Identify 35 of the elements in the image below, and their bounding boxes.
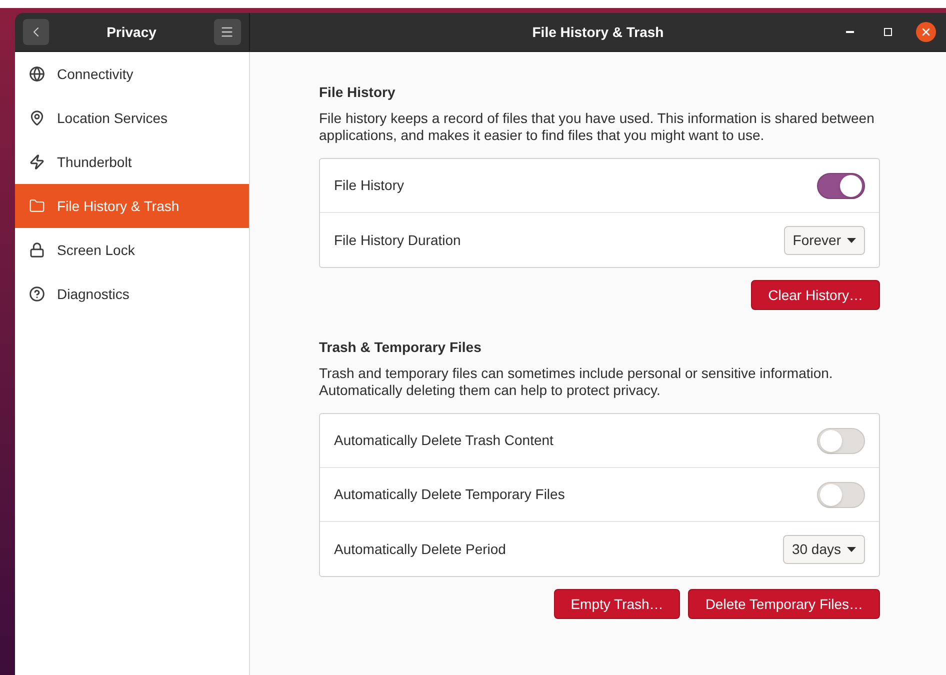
lock-icon (29, 242, 45, 258)
sidebar-item[interactable]: File History & Trash (15, 184, 249, 228)
setting-label: Automatically Delete Period (334, 540, 506, 559)
setting-label: File History (334, 176, 404, 195)
sidebar-item[interactable]: Location Services (15, 96, 249, 140)
sidebar-item[interactable]: Screen Lock (15, 228, 249, 272)
action-button[interactable]: Empty Trash… (554, 589, 680, 619)
action-button[interactable]: Delete Temporary Files… (688, 589, 880, 619)
section-title: File History (319, 83, 396, 101)
menu-icon (220, 25, 234, 39)
caret-icon (847, 238, 856, 242)
section-description: Trash and temporary files can sometimes include personal or sensitive information. Automatically deleting them can help to protect privacy. (319, 365, 834, 399)
dropdown-button[interactable]: Forever (784, 226, 865, 254)
section-description: File history keeps a record of files that you have used. This information is shared between applications, and makes it easier to find files that you might want to use. (319, 110, 876, 144)
help-icon (29, 286, 45, 302)
section-title: Trash & Temporary Files (319, 338, 482, 356)
setting-label: File History Duration (334, 230, 461, 250)
globe-icon (29, 66, 45, 82)
map-pin-icon (29, 110, 45, 126)
lightning-icon (29, 154, 45, 170)
close-icon (920, 26, 932, 38)
action-button[interactable]: Clear History… (751, 280, 880, 310)
sidebar-item[interactable]: Diagnostics (15, 272, 249, 316)
dropdown-button[interactable]: 30 days (782, 534, 865, 564)
window-title: File History & Trash (532, 22, 664, 42)
toggle-switch[interactable] (817, 172, 865, 198)
setting-label: Automatically Delete Temporary Files (334, 485, 565, 504)
sidebar-item[interactable]: Thunderbolt (15, 140, 249, 184)
menu-button[interactable] (214, 19, 241, 45)
folder-icon (29, 198, 45, 214)
close-button[interactable] (916, 22, 936, 42)
sidebar-item[interactable]: Connectivity (15, 52, 249, 96)
setting-label: Automatically Delete Trash Content (334, 431, 554, 450)
caret-icon (847, 546, 856, 552)
sidebar-title: Privacy (106, 22, 156, 42)
